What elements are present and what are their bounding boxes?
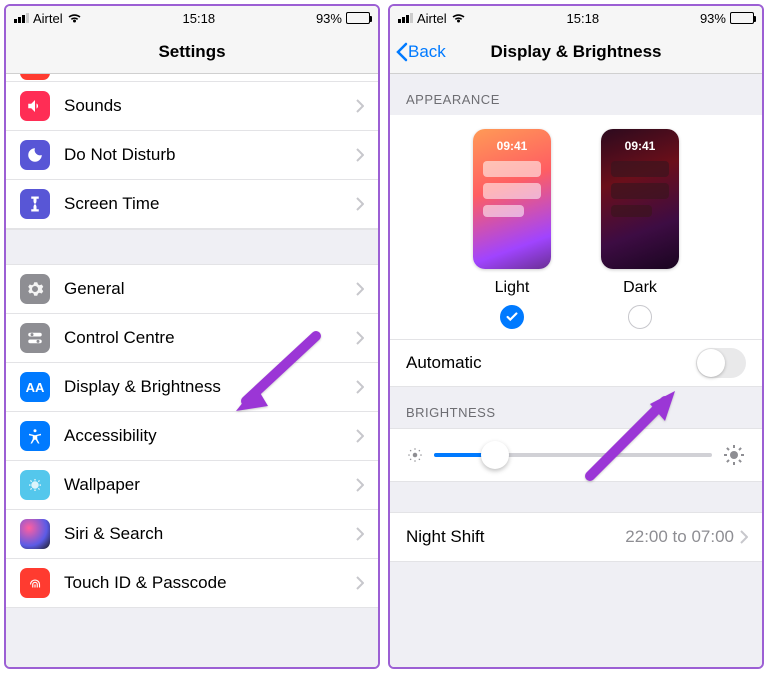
chevron-right-icon [356, 429, 364, 443]
navbar: Settings [6, 30, 378, 74]
touchid-icon [20, 568, 50, 598]
row-label: Sounds [64, 96, 356, 116]
chevron-right-icon [356, 527, 364, 541]
row-label: Control Centre [64, 328, 356, 348]
section-header-brightness: Brightness [390, 387, 762, 428]
dnd-icon [20, 140, 50, 170]
row-label: Siri & Search [64, 524, 356, 544]
night-shift-row[interactable]: Night Shift 22:00 to 07:00 [390, 512, 762, 562]
settings-list[interactable]: Sounds Do Not Disturb Screen Time Genera… [6, 74, 378, 667]
wallpaper-icon [20, 470, 50, 500]
navbar: Back Display & Brightness [390, 30, 762, 74]
settings-row-general[interactable]: General [6, 265, 378, 314]
settings-row-accessibility[interactable]: Accessibility [6, 412, 378, 461]
night-shift-label: Night Shift [406, 527, 625, 547]
page-title: Settings [158, 42, 225, 62]
settings-row-wallpaper[interactable]: Wallpaper [6, 461, 378, 510]
back-button[interactable]: Back [396, 42, 446, 62]
appearance-choice-dark[interactable]: 09:41 Dark [601, 129, 679, 329]
chevron-left-icon [396, 42, 408, 62]
chevron-right-icon [356, 148, 364, 162]
settings-row-touchid[interactable]: Touch ID & Passcode [6, 559, 378, 608]
control-centre-icon [20, 323, 50, 353]
phone-right-display: Airtel 15:18 93% Back Display & Brightne… [388, 4, 764, 669]
battery-pct: 93% [316, 11, 342, 26]
signal-icon [14, 13, 29, 23]
appearance-choice-light[interactable]: 09:41 Light [473, 129, 551, 329]
appearance-panel: 09:41 Light 09:41 Dark [390, 115, 762, 339]
sun-large-icon [722, 443, 746, 467]
settings-row-dnd[interactable]: Do Not Disturb [6, 131, 378, 180]
settings-row-sounds[interactable]: Sounds [6, 82, 378, 131]
radio-light[interactable] [500, 305, 524, 329]
back-label: Back [408, 42, 446, 62]
battery-icon [346, 12, 370, 24]
chevron-right-icon [356, 282, 364, 296]
sounds-icon [20, 91, 50, 121]
row-label: Touch ID & Passcode [64, 573, 356, 593]
section-header-appearance: Appearance [390, 74, 762, 115]
settings-row-screentime[interactable]: Screen Time [6, 180, 378, 229]
phone-left-settings: Airtel 15:18 93% Settings Sounds Do Not … [4, 4, 380, 669]
display-icon: AA [20, 372, 50, 402]
preview-time: 09:41 [601, 139, 679, 153]
preview-time: 09:41 [473, 139, 551, 153]
automatic-toggle[interactable] [696, 348, 746, 378]
row-label: Screen Time [64, 194, 356, 214]
row-label: Do Not Disturb [64, 145, 356, 165]
brightness-panel [390, 428, 762, 482]
night-shift-value: 22:00 to 07:00 [625, 527, 734, 547]
settings-row-siri[interactable]: Siri & Search [6, 510, 378, 559]
row-label: Accessibility [64, 426, 356, 446]
signal-icon [398, 13, 413, 23]
partial-row-top [6, 74, 378, 82]
display-settings[interactable]: Appearance 09:41 Light 09:41 [390, 74, 762, 667]
time-label: 15:18 [567, 11, 600, 26]
screentime-icon [20, 189, 50, 219]
brightness-slider[interactable] [434, 453, 712, 457]
carrier-label: Airtel [417, 11, 447, 26]
chevron-right-icon [740, 530, 748, 544]
check-icon [505, 310, 519, 324]
automatic-label: Automatic [406, 353, 482, 373]
chevron-right-icon [356, 576, 364, 590]
battery-pct: 93% [700, 11, 726, 26]
carrier-label: Airtel [33, 11, 63, 26]
light-preview: 09:41 [473, 129, 551, 269]
radio-dark[interactable] [628, 305, 652, 329]
chevron-right-icon [356, 99, 364, 113]
siri-icon [20, 519, 50, 549]
page-title: Display & Brightness [491, 42, 662, 62]
dark-preview: 09:41 [601, 129, 679, 269]
group-separator [6, 229, 378, 265]
row-label: Wallpaper [64, 475, 356, 495]
chevron-right-icon [356, 478, 364, 492]
time-label: 15:18 [183, 11, 216, 26]
dark-label: Dark [623, 279, 657, 297]
battery-icon [730, 12, 754, 24]
chevron-right-icon [356, 197, 364, 211]
sun-small-icon [406, 446, 424, 464]
accessibility-icon [20, 421, 50, 451]
automatic-row: Automatic [390, 339, 762, 387]
slider-knob[interactable] [481, 441, 509, 469]
chevron-right-icon [356, 331, 364, 345]
row-label: Display & Brightness [64, 377, 356, 397]
row-label: General [64, 279, 356, 299]
chevron-right-icon [356, 380, 364, 394]
general-icon [20, 274, 50, 304]
settings-row-control-centre[interactable]: Control Centre [6, 314, 378, 363]
settings-row-display-brightness[interactable]: AA Display & Brightness [6, 363, 378, 412]
light-label: Light [495, 279, 530, 297]
wifi-icon [451, 12, 466, 24]
wifi-icon [67, 12, 82, 24]
status-bar: Airtel 15:18 93% [390, 6, 762, 30]
status-bar: Airtel 15:18 93% [6, 6, 378, 30]
